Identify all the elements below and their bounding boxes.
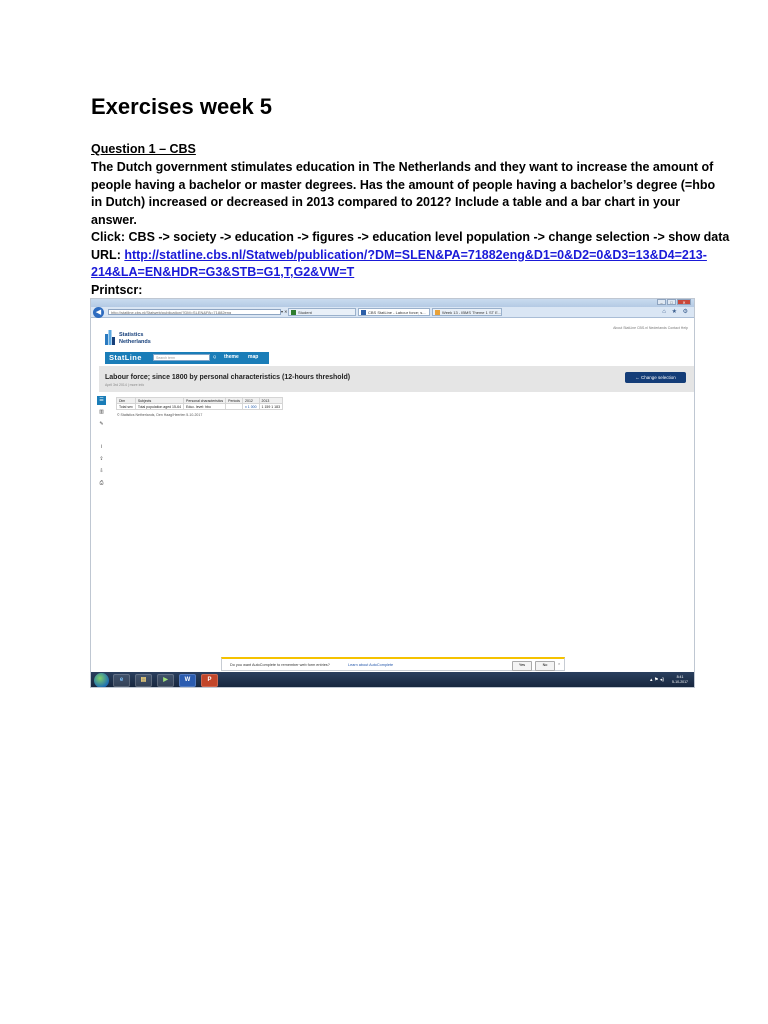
paragraph-line: The Dutch government stimulates educatio… bbox=[91, 160, 714, 174]
minimize-icon[interactable]: – bbox=[657, 299, 666, 305]
table-cell[interactable]: x 1 000 bbox=[242, 403, 260, 410]
edit-icon[interactable]: ✎ bbox=[97, 420, 106, 429]
explorer-taskbar-icon[interactable]: ▤ bbox=[135, 674, 152, 687]
autocomplete-text: Do you want AutoComplete to remember web… bbox=[230, 663, 330, 667]
url-link-continued[interactable]: 214&LA=EN&HDR=G3&STB=G1,T,G2&VW=T bbox=[91, 265, 354, 279]
address-bar-row: ◀ http://statline.cbs.nl/Statweb/publica… bbox=[91, 307, 694, 318]
table-cell bbox=[225, 403, 244, 410]
paragraph-line: in Dutch) increased or decreased in 2013… bbox=[91, 195, 681, 209]
tray-icons[interactable]: ▴ ⚑ ◂) bbox=[650, 677, 664, 683]
tab-week13[interactable]: Week 13 - IBMS Theme 1 ST E... bbox=[432, 308, 502, 316]
media-taskbar-icon[interactable]: ▶ bbox=[157, 674, 174, 687]
table-view-icon[interactable]: ☰ bbox=[97, 396, 106, 405]
share-icon[interactable]: ⇪ bbox=[97, 455, 106, 464]
close-icon[interactable]: ✕ bbox=[677, 299, 691, 305]
data-table: Dim Subjects Personal characteristics Pe… bbox=[116, 397, 284, 410]
word-taskbar-icon[interactable]: W bbox=[179, 674, 196, 687]
table-header-band: Labour force; since 1800 by personal cha… bbox=[99, 366, 694, 392]
table-cell: Educ. level: hbo bbox=[183, 403, 227, 410]
url-line: URL: http://statline.cbs.nl/Statweb/publ… bbox=[91, 247, 707, 265]
nav-theme-link[interactable]: theme bbox=[224, 354, 239, 360]
browser-tools-icons[interactable]: ⌂ ★ ⚙ bbox=[662, 308, 690, 315]
question-title: Question 1 – CBS bbox=[91, 142, 196, 156]
tab-favicon-icon bbox=[361, 310, 366, 315]
window-titlebar: – □ ✕ bbox=[91, 299, 694, 307]
printscr-label: Printscr: bbox=[91, 282, 143, 297]
browser-screenshot: – □ ✕ ◀ http://statline.cbs.nl/Statweb/p… bbox=[90, 298, 695, 688]
autocomplete-learn-link[interactable]: Learn about AutoComplete bbox=[348, 663, 393, 667]
question-body: The Dutch government stimulates educatio… bbox=[91, 159, 730, 299]
window-controls: – □ ✕ bbox=[657, 299, 691, 306]
tab-favicon-icon bbox=[435, 310, 440, 315]
source-note: © Statistics Netherlands, Den Haag/Heerl… bbox=[117, 413, 203, 417]
document-title: Exercises week 5 bbox=[91, 94, 273, 119]
windows-taskbar: e ▤ ▶ W P ▴ ⚑ ◂) 8:41 5-10-2017 bbox=[91, 672, 694, 687]
tray-clock[interactable]: 8:41 5-10-2017 bbox=[672, 675, 688, 685]
address-input[interactable]: http://statline.cbs.nl/Statweb/publicati… bbox=[108, 309, 281, 315]
table-title: Labour force; since 1800 by personal cha… bbox=[105, 374, 351, 381]
statline-page: About StatLine CBS.nl Nederlands Contact… bbox=[91, 318, 694, 666]
table-cell: Total population aged 15-64 bbox=[134, 403, 185, 410]
info-icon[interactable]: i bbox=[97, 443, 106, 452]
search-input[interactable]: Search term bbox=[153, 354, 210, 361]
autocomplete-yes-button[interactable]: Yes bbox=[512, 661, 532, 671]
change-selection-button[interactable]: ← Change selection bbox=[625, 372, 686, 383]
start-button-icon[interactable] bbox=[94, 673, 109, 687]
back-icon[interactable]: ◀ bbox=[93, 307, 104, 318]
paragraph-line: answer. bbox=[91, 212, 137, 227]
autocomplete-no-button[interactable]: No bbox=[535, 661, 555, 671]
close-icon[interactable]: × bbox=[558, 662, 560, 666]
url-link[interactable]: http://statline.cbs.nl/Statweb/publicati… bbox=[124, 248, 707, 262]
nav-map-link[interactable]: map bbox=[248, 354, 258, 360]
table-cell: Total sex bbox=[116, 403, 136, 410]
ie-taskbar-icon[interactable]: e bbox=[113, 674, 130, 687]
statline-nav-bar: StatLine Search term Q theme map bbox=[105, 352, 269, 364]
cbs-logo-text: Statistics Netherlands bbox=[119, 332, 151, 345]
autocomplete-notification: Do you want AutoComplete to remember web… bbox=[221, 657, 565, 671]
download-icon[interactable]: ⇩ bbox=[97, 467, 106, 476]
cbs-logo-icon bbox=[105, 330, 115, 345]
tab-favicon-icon bbox=[291, 310, 296, 315]
table-subtitle[interactable]: April 3rd 2014 | more info bbox=[105, 383, 144, 387]
maximize-icon[interactable]: □ bbox=[667, 299, 676, 305]
click-path: Click: CBS -> society -> education -> fi… bbox=[91, 230, 730, 244]
statline-title: StatLine bbox=[109, 353, 142, 362]
left-tool-rail: ☰ ▥ ✎ i ⇪ ⇩ ⎙ bbox=[97, 396, 107, 666]
top-links[interactable]: About StatLine CBS.nl Nederlands Contact… bbox=[613, 326, 688, 330]
print-icon[interactable]: ⎙ bbox=[97, 479, 106, 488]
tab-student[interactable]: Student bbox=[288, 308, 356, 316]
tab-cbs-statline[interactable]: CBS StatLine - Labour force; s... bbox=[358, 308, 430, 316]
table-cell: 1 159 1 183 bbox=[258, 403, 284, 410]
powerpoint-taskbar-icon[interactable]: P bbox=[201, 674, 218, 687]
table-row: Total sex Total population aged 15-64 Ed… bbox=[116, 403, 284, 410]
url-line-continued: 214&LA=EN&HDR=G3&STB=G1,T,G2&VW=T bbox=[91, 264, 696, 282]
chart-view-icon[interactable]: ▥ bbox=[97, 408, 106, 417]
paragraph-line: people having a bachelor or master degre… bbox=[91, 177, 716, 192]
url-label: URL: bbox=[91, 247, 125, 262]
search-icon[interactable]: Q bbox=[213, 354, 216, 359]
